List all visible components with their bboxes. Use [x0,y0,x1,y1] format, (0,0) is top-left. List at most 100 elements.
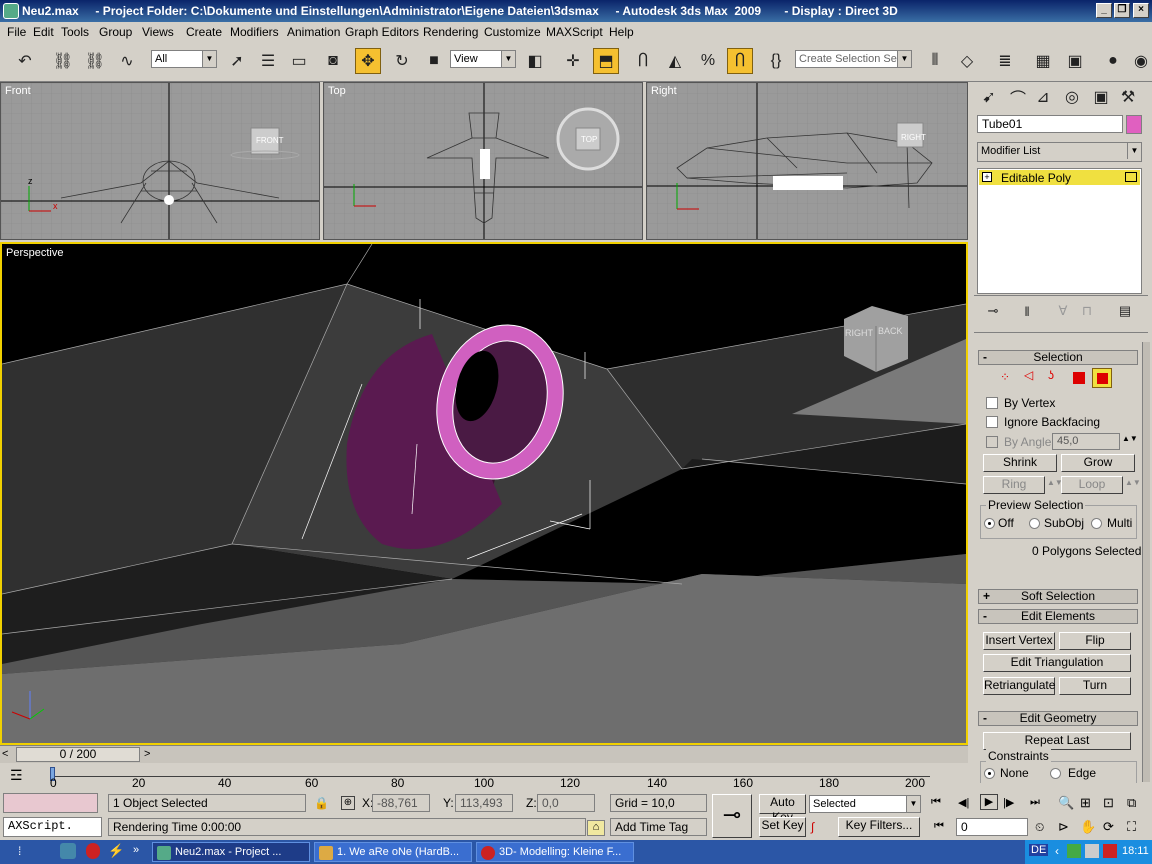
viewcube-persp-right-label[interactable]: RIGHT [845,328,873,338]
absolute-relative-toggle-icon[interactable]: ⊕ [341,796,355,810]
set-key-icon[interactable]: ⊸ [712,794,752,838]
selection-rollout-header[interactable]: - Selection [978,350,1138,365]
close-button[interactable]: × [1133,3,1149,18]
preview-off-radio[interactable] [984,518,995,529]
align-icon[interactable]: ◇ [954,48,980,74]
configure-modifier-sets-icon[interactable]: ▤ [1112,298,1138,324]
angle-value-field[interactable]: 45,0 [1052,433,1120,450]
command-panel-scrollbar[interactable] [1142,342,1150,782]
expand-plus-icon[interactable]: + [982,172,992,182]
viewcube-right-label[interactable]: RIGHT [901,133,926,142]
loop-button[interactable]: Loop [1061,476,1123,494]
next-frame-icon[interactable]: |▶ [1003,796,1014,809]
zoom-extents-icon[interactable]: ⊡ [1103,795,1114,811]
key-filters-button[interactable]: Key Filters... [838,817,920,837]
key-mode-dropdown[interactable]: Selected ▼ [809,795,921,813]
select-and-scale-icon[interactable]: ■ [421,48,447,74]
pivot-center-icon[interactable]: ◧ [522,48,548,74]
edit-elements-rollout-header[interactable]: - Edit Elements [978,609,1138,624]
remove-modifier-icon[interactable]: ⊓ [1074,298,1100,324]
time-tag-icon[interactable]: ⌂ [587,820,605,836]
tray-icon[interactable] [1085,844,1099,858]
menu-maxscript[interactable]: MAXScript [546,25,603,39]
mini-curve-editor-icon[interactable]: ☲ [10,767,23,784]
track-bar[interactable]: ☲ 0 20 40 60 80 100 120 140 160 180 200 [0,763,968,790]
pan-view-icon[interactable]: ✋ [1080,819,1096,835]
viewport-top[interactable]: Top TOP [323,82,643,240]
time-prev-arrow-icon[interactable]: < [2,748,8,760]
time-configuration-icon[interactable]: ⏲ [1035,820,1044,835]
layer-manager-icon[interactable]: ≣ [992,48,1018,74]
previous-frame-icon[interactable]: ◀| [958,796,969,809]
minimize-button[interactable]: _ [1096,3,1112,18]
key-mode-toggle-icon[interactable]: ⏮ [934,820,944,833]
mirror-icon[interactable]: ⫴ [922,48,948,74]
angle-snap-icon[interactable]: ◭ [662,48,688,74]
menu-customize[interactable]: Customize [484,25,541,39]
zoom-extents-all-icon[interactable]: ⧉ [1127,795,1136,811]
schematic-view-icon[interactable]: ▣ [1062,48,1088,74]
tray-icon[interactable] [1067,844,1081,858]
select-link-icon[interactable]: ⛓ [50,48,76,74]
curve-editor-icon[interactable]: ▦ [1030,48,1056,74]
loop-spinner-icon[interactable]: ▲▼ [1125,478,1141,487]
vertex-mode-icon[interactable]: ⁘ [1000,370,1010,384]
soft-selection-rollout-header[interactable]: + Soft Selection [978,589,1138,604]
selection-lock-icon[interactable]: 🔒 [314,796,329,810]
menu-tools[interactable]: Tools [61,25,89,39]
unlink-icon[interactable]: ⛓ [82,48,108,74]
select-and-move-icon[interactable]: ✥ [355,48,381,74]
snaps-toggle-icon[interactable]: Ⴖ [630,48,656,74]
repeat-last-button[interactable]: Repeat Last [983,732,1131,750]
flip-button[interactable]: Flip [1059,632,1131,650]
time-next-arrow-icon[interactable]: > [144,748,150,760]
set-key-button[interactable]: Set Key [759,817,806,837]
viewport-label-right[interactable]: Right [651,85,677,97]
retriangulate-button[interactable]: Retriangulate [983,677,1055,695]
shrink-button[interactable]: Shrink [983,454,1057,472]
preview-subobj-radio[interactable] [1029,518,1040,529]
render-setup-icon[interactable]: ◉ [1128,48,1152,74]
add-time-tag-field[interactable]: Add Time Tag [610,818,707,836]
make-unique-icon[interactable]: ∀ [1050,298,1076,324]
rectangular-selection-icon[interactable]: ▭ [286,48,312,74]
zoom-icon[interactable]: 🔍 [1058,795,1074,811]
menu-group[interactable]: Group [99,25,132,39]
viewport-label-top[interactable]: Top [328,85,346,97]
percent-snap-icon[interactable]: % [695,48,721,74]
turn-button[interactable]: Turn [1059,677,1131,695]
undo-icon[interactable]: ↶ [12,48,38,74]
show-end-result-icon[interactable]: ǁ [1014,298,1040,324]
z-coordinate-field[interactable]: 0,0 [537,794,595,812]
by-vertex-checkbox[interactable] [986,397,998,409]
ring-button[interactable]: Ring [983,476,1045,494]
insert-vertex-button[interactable]: Insert Vertex [983,632,1055,650]
viewport-perspective[interactable]: Perspective RIGHT BACK [0,242,968,745]
stack-item-toggle-icon[interactable] [1125,172,1137,182]
grow-button[interactable]: Grow [1061,454,1135,472]
taskbar-item[interactable]: 1. We aRe oNe (HardB... [314,842,472,862]
more-quicklaunch-icon[interactable]: » [133,844,139,856]
viewcube-front-label[interactable]: FRONT [256,136,284,145]
language-indicator[interactable]: DE [1029,844,1049,856]
select-by-name-icon[interactable]: ☰ [255,48,281,74]
border-mode-icon[interactable]: ʖ [1048,368,1054,382]
element-mode-icon[interactable] [1092,368,1112,388]
utilities-tab-icon[interactable]: ⚒ [1115,84,1141,110]
display-tab-icon[interactable]: ▣ [1088,84,1114,110]
modify-tab-icon[interactable]: ⌒ [1005,84,1031,110]
field-of-view-icon[interactable]: ⊳ [1058,819,1069,835]
spinner-snap-icon[interactable]: Ⴖ [727,48,753,74]
viewport-label-front[interactable]: Front [5,85,31,97]
menu-rendering[interactable]: Rendering [423,25,478,39]
start-grip-icon[interactable]: ⁞ [18,844,21,858]
constraint-none-radio[interactable] [984,768,995,779]
material-editor-icon[interactable]: ● [1100,48,1126,74]
edit-triangulation-button[interactable]: Edit Triangulation [983,654,1131,672]
viewport-front[interactable]: Front FRONT z x [0,82,320,240]
named-selection-set-dropdown[interactable]: Create Selection Set ▼ [795,50,912,68]
y-coordinate-field[interactable]: 113,493 [455,794,513,812]
x-coordinate-field[interactable]: -88,761 [372,794,430,812]
quicklaunch-icon[interactable] [60,843,76,859]
go-to-start-icon[interactable]: ⏮ [931,796,941,809]
